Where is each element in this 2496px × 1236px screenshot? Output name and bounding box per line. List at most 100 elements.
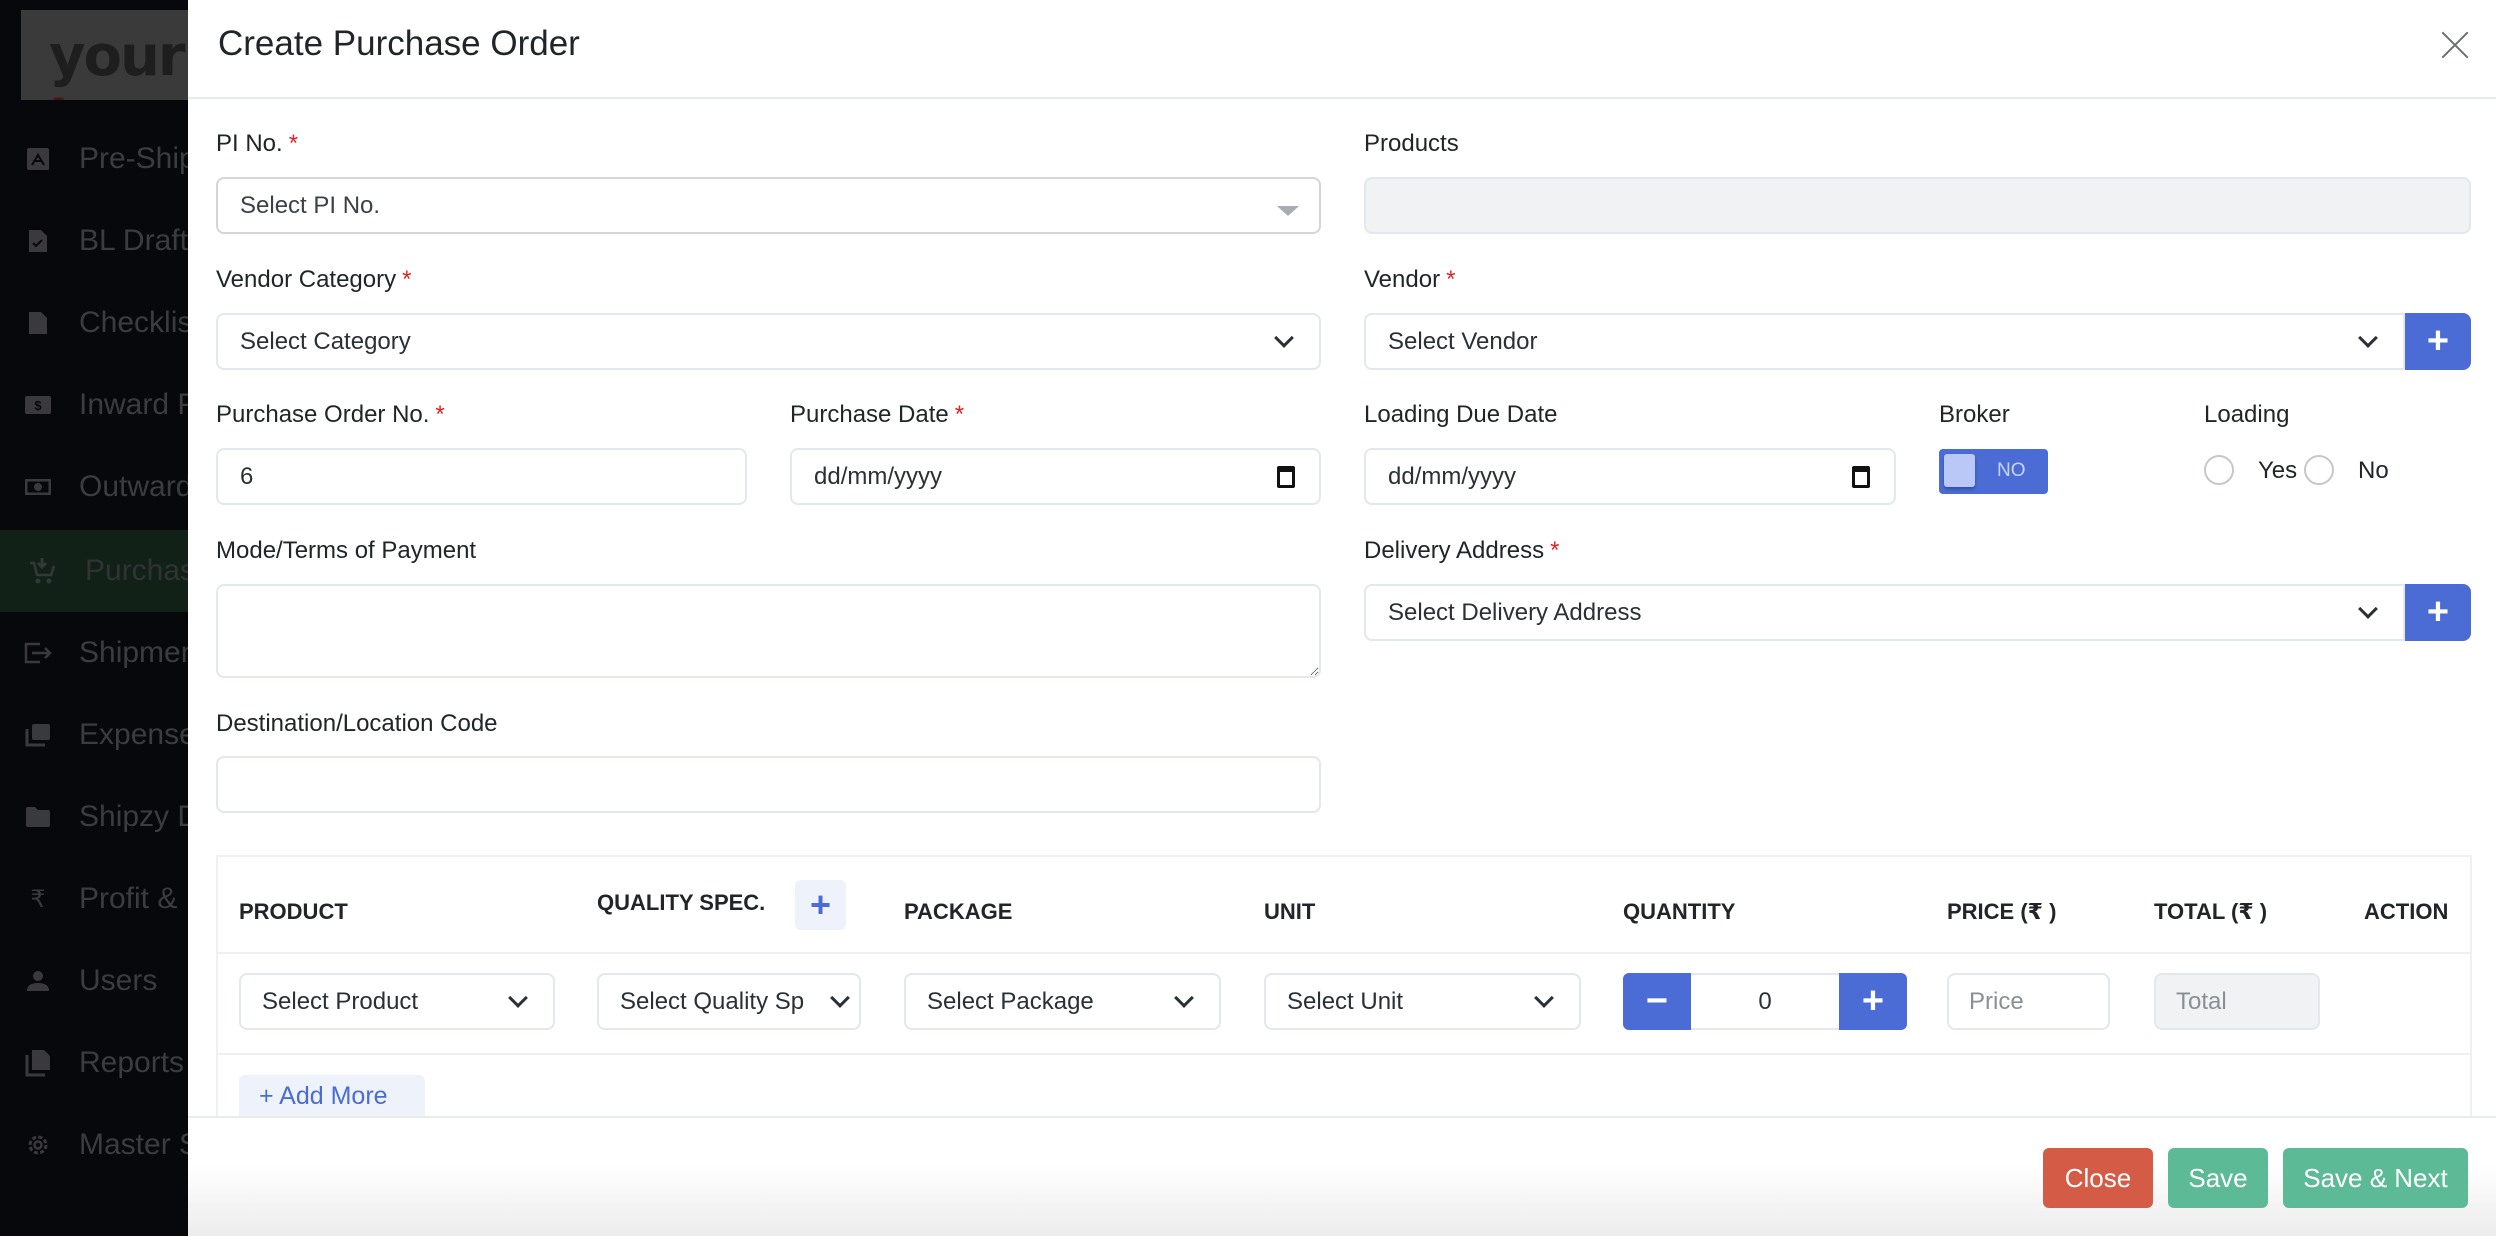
sidebar-item-master-settings[interactable]: Master Settings bbox=[0, 1104, 287, 1186]
sidebar-item-label: Users bbox=[79, 964, 158, 997]
loading-due-date-input[interactable]: dd/mm/yyyy bbox=[1364, 448, 1896, 505]
logo-text: your bbox=[49, 24, 185, 89]
calendar-icon[interactable] bbox=[1852, 466, 1870, 488]
package-select-value: Select Package bbox=[927, 987, 1094, 1015]
delivery-address-select[interactable]: Select Delivery Address bbox=[1364, 584, 2405, 641]
date-placeholder: dd/mm/yyyy bbox=[814, 462, 943, 490]
sidebar-item-reports[interactable]: Reports bbox=[0, 1022, 188, 1104]
sidebar: your lo Pre-Shipment BL Draft Checklist … bbox=[0, 0, 319, 1236]
quantity-decrement-button[interactable]: − bbox=[1623, 973, 1691, 1030]
quantity-input[interactable] bbox=[1691, 973, 1839, 1030]
modal-footer: Close Save Save & Next bbox=[188, 1116, 2496, 1236]
save-button[interactable]: Save bbox=[2168, 1148, 2268, 1208]
sidebar-item-outward-payment[interactable]: Outward Payment bbox=[0, 446, 319, 528]
save-and-next-button[interactable]: Save & Next bbox=[2283, 1148, 2468, 1208]
unit-select-value: Select Unit bbox=[1287, 987, 1404, 1015]
logo-text-accent: lo bbox=[49, 89, 105, 100]
close-button[interactable]: Close bbox=[2043, 1148, 2153, 1208]
sidebar-item-label: Checklist bbox=[79, 306, 201, 339]
toggle-text: NO bbox=[1997, 460, 2026, 481]
sidebar-item-shipment[interactable]: Shipment bbox=[0, 612, 206, 694]
label-text: PI No. bbox=[216, 130, 283, 157]
quality-spec-select-value: Select Quality Sp bbox=[620, 987, 805, 1015]
po-no-label: Purchase Order No. * bbox=[216, 401, 445, 429]
payment-terms-label: Mode/Terms of Payment bbox=[216, 537, 477, 564]
vendor-select[interactable]: Select Vendor bbox=[1364, 313, 2405, 370]
quantity-increment-button[interactable]: + bbox=[1839, 973, 1907, 1030]
sidebar-item-checklist[interactable]: Checklist bbox=[0, 282, 201, 364]
file-icon bbox=[24, 309, 52, 337]
price-input[interactable] bbox=[1947, 973, 2110, 1030]
chevron-down-icon bbox=[1534, 988, 1554, 1008]
loading-no-radio[interactable] bbox=[2304, 455, 2334, 485]
chevron-down-icon bbox=[1174, 988, 1194, 1008]
required-marker: * bbox=[402, 266, 412, 293]
payment-terms-textarea[interactable] bbox=[216, 584, 1321, 678]
loading-due-date-label: Loading Due Date bbox=[1364, 401, 1558, 428]
pdf-icon bbox=[24, 145, 52, 173]
export-icon bbox=[24, 639, 52, 667]
vendor-category-label: Vendor Category * bbox=[216, 266, 411, 294]
add-quality-spec-button[interactable]: + bbox=[795, 880, 846, 930]
money-icon bbox=[24, 473, 52, 501]
broker-label: Broker bbox=[1939, 401, 2010, 428]
product-table: PRODUCT QUALITY SPEC. + PACKAGE UNIT QUA… bbox=[216, 855, 2472, 1125]
add-more-button[interactable]: + Add More bbox=[239, 1075, 425, 1118]
th-total: TOTAL (₹ ) bbox=[2154, 899, 2268, 924]
close-icon[interactable] bbox=[2440, 30, 2470, 60]
sidebar-item-bl-draft[interactable]: BL Draft bbox=[0, 200, 188, 282]
table-divider bbox=[218, 952, 2470, 954]
th-quality-spec: QUALITY SPEC. bbox=[597, 890, 766, 915]
sidebar-item-shipzy-docs[interactable]: Shipzy Docs bbox=[0, 776, 246, 858]
total-input bbox=[2154, 973, 2320, 1030]
sidebar-item-pre-shipment[interactable]: Pre-Shipment bbox=[0, 118, 262, 200]
quality-spec-select[interactable]: Select Quality Sp bbox=[597, 973, 861, 1030]
sidebar-item-label: BL Draft bbox=[79, 224, 188, 257]
unit-select[interactable]: Select Unit bbox=[1264, 973, 1581, 1030]
purchase-date-label: Purchase Date * bbox=[790, 401, 964, 429]
toggle-knob bbox=[1944, 454, 1975, 487]
product-select[interactable]: Select Product bbox=[239, 973, 555, 1030]
create-purchase-order-modal: Create Purchase Order PI No. * Select PI … bbox=[188, 0, 2496, 1236]
loading-yes-radio[interactable] bbox=[2204, 455, 2234, 485]
label-text: Purchase Date bbox=[790, 401, 949, 428]
required-marker: * bbox=[288, 130, 299, 157]
th-unit: UNIT bbox=[1264, 899, 1316, 924]
reports-icon bbox=[24, 1049, 52, 1077]
package-select[interactable]: Select Package bbox=[904, 973, 1221, 1030]
sidebar-item-expenses[interactable]: Expenses bbox=[0, 694, 211, 776]
chevron-down-icon bbox=[1274, 328, 1294, 348]
required-marker: * bbox=[1550, 537, 1560, 564]
sidebar-item-inward-payment[interactable]: $ Inward Payment bbox=[0, 364, 296, 446]
th-product: PRODUCT bbox=[239, 899, 348, 924]
modal-header: Create Purchase Order bbox=[188, 0, 2496, 99]
products-field bbox=[1364, 177, 2471, 234]
chevron-down-icon bbox=[2358, 328, 2378, 348]
add-vendor-button[interactable]: + bbox=[2405, 313, 2471, 370]
required-marker: * bbox=[954, 401, 965, 428]
purchase-date-input[interactable]: dd/mm/yyyy bbox=[790, 448, 1321, 505]
po-no-input[interactable]: 6 bbox=[216, 448, 747, 505]
chevron-down-icon bbox=[830, 988, 850, 1008]
label-text: Delivery Address bbox=[1364, 537, 1545, 564]
broker-toggle[interactable]: NO bbox=[1939, 449, 2048, 494]
date-placeholder: dd/mm/yyyy bbox=[1388, 462, 1517, 490]
loading-yes-label: Yes bbox=[2258, 457, 2298, 484]
svg-text:$: $ bbox=[34, 398, 42, 413]
table-divider bbox=[218, 1053, 2470, 1055]
loading-no-label: No bbox=[2358, 457, 2389, 484]
gear-icon bbox=[24, 1131, 52, 1159]
pi-no-select[interactable]: Select PI No. bbox=[216, 177, 1321, 234]
destination-input[interactable] bbox=[216, 756, 1321, 813]
th-quantity: QUANTITY bbox=[1623, 899, 1736, 924]
sidebar-item-label: Reports bbox=[79, 1046, 185, 1079]
sidebar-item-purchase[interactable]: Purchase bbox=[0, 530, 212, 612]
sidebar-item-profit-loss[interactable]: ₹ Profit & Loss bbox=[0, 858, 249, 940]
chevron-down-icon bbox=[2358, 599, 2378, 619]
add-delivery-address-button[interactable]: + bbox=[2405, 584, 2471, 641]
sidebar-item-users[interactable]: Users bbox=[0, 940, 188, 1022]
sidebar-item-label: Shipment bbox=[79, 636, 206, 669]
delivery-address-value: Select Delivery Address bbox=[1388, 598, 1642, 626]
calendar-icon[interactable] bbox=[1277, 466, 1295, 488]
vendor-category-select[interactable]: Select Category bbox=[216, 313, 1321, 370]
